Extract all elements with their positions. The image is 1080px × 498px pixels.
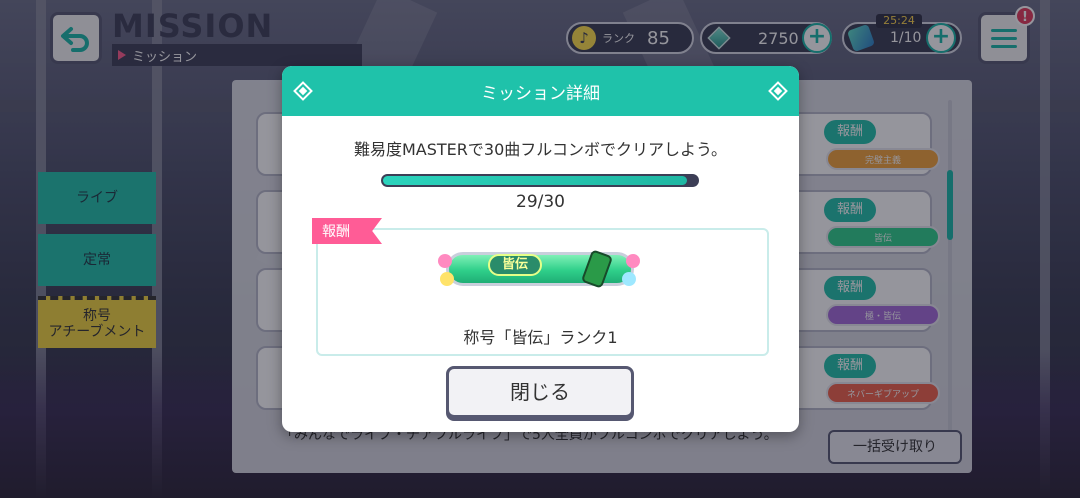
flower-icon xyxy=(438,254,452,268)
progress-bar xyxy=(381,174,699,187)
flower-icon xyxy=(622,272,636,286)
flower-icon xyxy=(626,254,640,268)
progress-text: 29/30 xyxy=(516,192,565,212)
title-plate-label: 皆伝 xyxy=(488,254,542,276)
mission-description: 難易度MASTERで30曲フルコンボでクリアしよう。 xyxy=(354,140,727,159)
reward-tag: 報酬 xyxy=(312,218,382,244)
flower-icon xyxy=(440,272,454,286)
close-button[interactable]: 閉じる xyxy=(446,366,634,418)
reward-name: 称号「皆伝」ランク1 xyxy=(463,328,618,347)
title-plate: 皆伝 xyxy=(438,248,642,290)
dialog-header: ミッション詳細 xyxy=(282,66,799,116)
diamond-icon xyxy=(293,81,313,101)
progress-fill xyxy=(383,176,687,185)
diamond-icon xyxy=(768,81,788,101)
mission-detail-dialog: ミッション詳細 難易度MASTERで30曲フルコンボでクリアしよう。 29/30… xyxy=(282,66,799,432)
dialog-title: ミッション詳細 xyxy=(481,83,600,104)
